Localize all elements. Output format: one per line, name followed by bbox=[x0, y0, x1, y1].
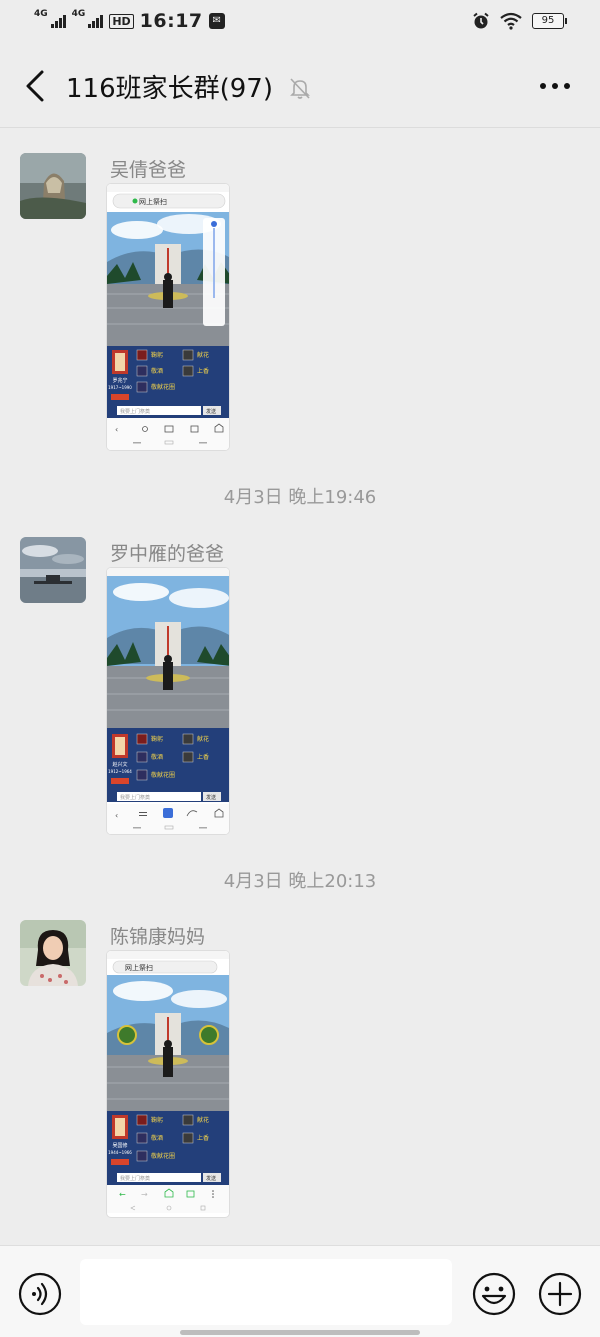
voice-input-icon[interactable] bbox=[18, 1272, 62, 1316]
thumb-action: 敬献花圈 bbox=[151, 1152, 175, 1160]
thumb-action: 敬酒 bbox=[151, 753, 163, 761]
message-timestamp: 4月3日 晚上20:13 bbox=[223, 871, 377, 892]
image-message[interactable]: 赵兴文 1912~1964 鞠躬 献花 敬酒 上香 敬献花圈 我要上门祭奠 发送… bbox=[106, 567, 230, 835]
svg-text:←: ← bbox=[119, 1190, 126, 1199]
thumb-search-text: 网上祭扫 bbox=[125, 963, 153, 972]
thumb-action: 上香 bbox=[197, 753, 209, 761]
thumb-input: 我要上门祭奠 bbox=[120, 408, 150, 415]
sender-name: 吴倩爸爸 bbox=[110, 159, 187, 181]
thumb-action: 敬献花圈 bbox=[151, 383, 175, 391]
message-notification-icon: ✉ bbox=[208, 13, 225, 29]
thumb-send: 发送 bbox=[206, 408, 216, 415]
thumb-search-text: 网上祭扫 bbox=[139, 197, 167, 206]
sender-name: 陈锦康妈妈 bbox=[110, 926, 206, 948]
avatar[interactable] bbox=[20, 920, 86, 986]
message-timestamp: 4月3日 晚上19:46 bbox=[223, 487, 377, 508]
svg-text:‹: ‹ bbox=[115, 811, 118, 820]
thumb-name: 赵兴文 bbox=[112, 761, 127, 768]
thumb-action: 敬献花圈 bbox=[151, 771, 175, 779]
thumb-action: 鞠躬 bbox=[151, 351, 163, 359]
avatar[interactable] bbox=[20, 153, 86, 219]
thumb-action: 献花 bbox=[197, 735, 209, 743]
cellular-signal-icon: 4G bbox=[34, 9, 66, 28]
image-message[interactable]: 网上祭扫 罗兆宁 1917~1990 鞠躬 献花 敬酒 上香 敬献花圈 我要上门… bbox=[106, 183, 230, 451]
thumb-years: 1912~1964 bbox=[108, 769, 132, 774]
thumb-action: 敬酒 bbox=[151, 367, 163, 375]
alarm-icon bbox=[473, 12, 489, 29]
thumb-action: 敬酒 bbox=[151, 1134, 163, 1142]
thumb-years: 1917~1990 bbox=[108, 385, 132, 390]
thumb-send: 发送 bbox=[206, 1175, 216, 1182]
image-message[interactable]: 网上祭扫 吴国修 1944~1966 鞠躬 献花 敬酒 上香 敬献花圈 我要上门… bbox=[106, 950, 230, 1218]
thumb-years: 1944~1966 bbox=[108, 1150, 132, 1155]
status-bar: 4G 4G HD 16:17 ✉ 95 bbox=[0, 0, 600, 46]
svg-text:→: → bbox=[141, 1190, 148, 1199]
thumb-input: 我要上门祭奠 bbox=[120, 794, 150, 801]
clock: 16:17 bbox=[139, 10, 203, 32]
sender-name: 罗中雁的爸爸 bbox=[110, 543, 225, 565]
mute-bell-icon bbox=[290, 78, 310, 99]
thumb-name: 吴国修 bbox=[112, 1142, 127, 1149]
thumb-input: 我要上门祭奠 bbox=[120, 1175, 150, 1182]
chat-title: 116班家长群(97) bbox=[66, 74, 273, 104]
emoji-icon[interactable] bbox=[472, 1272, 516, 1316]
more-options-icon[interactable] bbox=[538, 76, 572, 96]
cellular-signal-icon-2: 4G bbox=[72, 9, 104, 28]
thumb-action: 鞠躬 bbox=[151, 1116, 163, 1124]
back-arrow-icon[interactable] bbox=[22, 68, 50, 104]
thumb-action: 上香 bbox=[197, 1134, 209, 1142]
chat-header: 116班家长群(97) bbox=[0, 46, 600, 128]
svg-text:‹: ‹ bbox=[115, 425, 118, 434]
add-attachment-icon[interactable] bbox=[538, 1272, 582, 1316]
message-input[interactable] bbox=[80, 1259, 452, 1325]
battery-icon: 95 bbox=[532, 13, 567, 29]
thumb-action: 上香 bbox=[197, 367, 209, 375]
input-bar bbox=[0, 1245, 600, 1337]
thumb-send: 发送 bbox=[206, 794, 216, 801]
thumb-name: 罗兆宁 bbox=[112, 377, 127, 384]
thumb-action: 献花 bbox=[197, 351, 209, 359]
home-indicator bbox=[180, 1330, 420, 1335]
wifi-icon bbox=[500, 12, 522, 30]
hd-badge: HD bbox=[109, 13, 134, 29]
thumb-action: 献花 bbox=[197, 1116, 209, 1124]
avatar[interactable] bbox=[20, 537, 86, 603]
thumb-action: 鞠躬 bbox=[151, 735, 163, 743]
